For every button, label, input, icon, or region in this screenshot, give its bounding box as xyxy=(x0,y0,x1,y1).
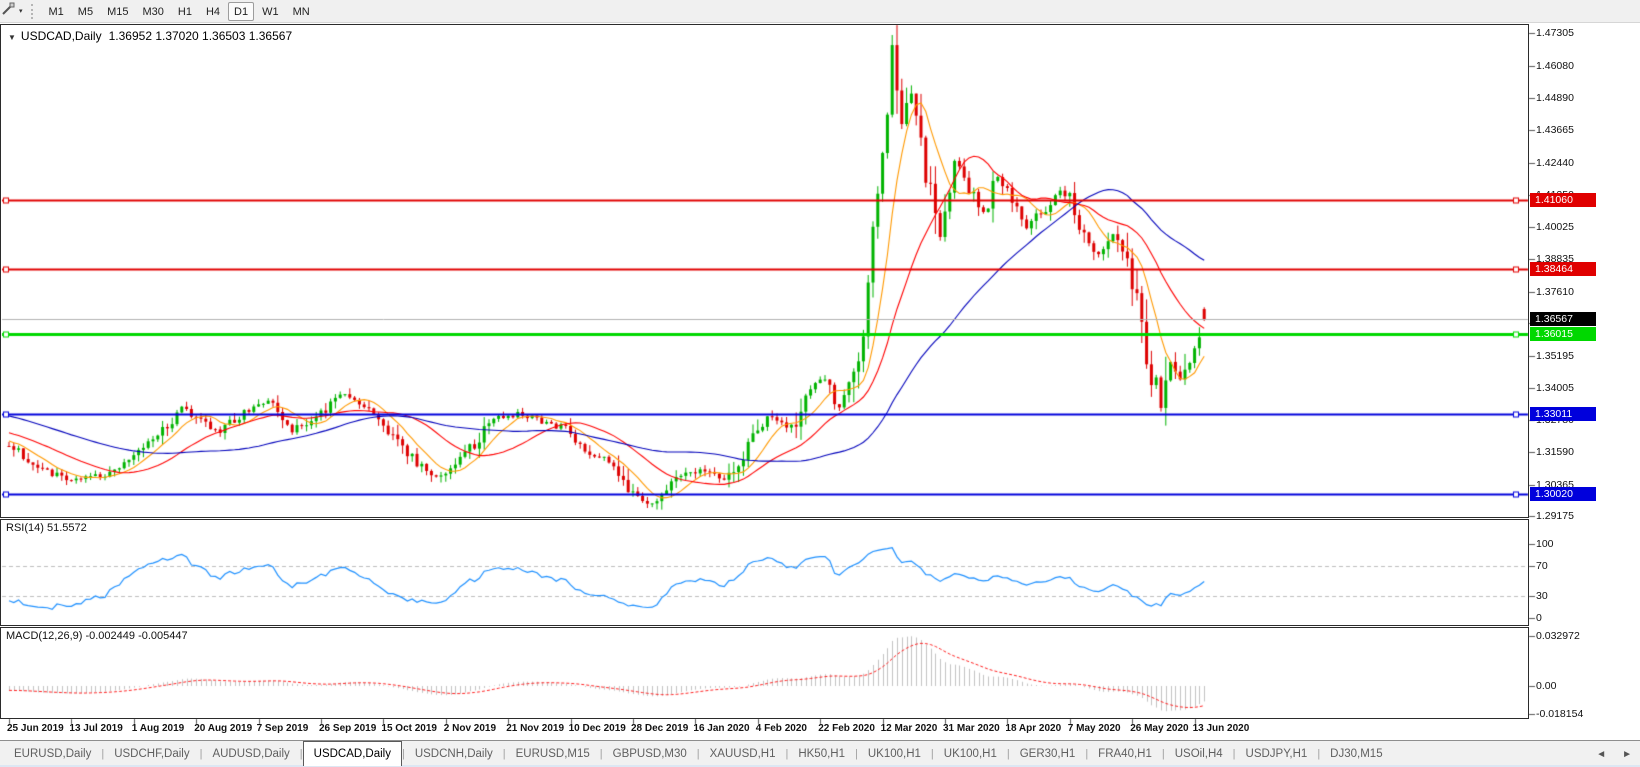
timeframe-button-w1[interactable]: W1 xyxy=(256,2,285,21)
hline-price-label[interactable]: 1.33011 xyxy=(1530,407,1596,421)
chart-tab-eurusd-m15[interactable]: EURUSD,M15 xyxy=(506,742,600,766)
current-price-label: 1.36567 xyxy=(1530,312,1596,326)
tabs-scroll-right-icon[interactable]: ► xyxy=(1622,749,1632,760)
timeframe-button-m15[interactable]: M15 xyxy=(101,2,134,21)
chart-tab-uk100-h1[interactable]: UK100,H1 xyxy=(858,742,931,766)
timeframe-button-m5[interactable]: M5 xyxy=(72,2,99,21)
toolbar-separator xyxy=(31,4,35,19)
timeframe-buttons: M1M5M15M30H1H4D1W1MN xyxy=(42,2,317,21)
chart-tab-dj30-m15[interactable]: DJ30,M15 xyxy=(1320,742,1392,766)
chart-tab-hk50-h1[interactable]: HK50,H1 xyxy=(788,742,855,766)
chart-tabbar: EURUSD,Daily|USDCHF,Daily|AUDUSD,Daily|U… xyxy=(0,740,1640,765)
dropdown-caret-icon: ▾ xyxy=(19,8,23,15)
timeframe-button-h1[interactable]: H1 xyxy=(172,2,198,21)
draw-tool-button[interactable]: ▾ xyxy=(0,0,28,22)
chart-tab-eurusd-daily[interactable]: EURUSD,Daily xyxy=(4,742,101,766)
timeframe-button-d1[interactable]: D1 xyxy=(228,2,254,21)
timeframe-button-m1[interactable]: M1 xyxy=(43,2,70,21)
chart-tab-xauusd-h1[interactable]: XAUUSD,H1 xyxy=(700,742,786,766)
macd-indicator-label: MACD(12,26,9) -0.002449 -0.005447 xyxy=(6,630,188,642)
timeframe-button-m30[interactable]: M30 xyxy=(136,2,169,21)
chart-tab-uk100-h1[interactable]: UK100,H1 xyxy=(934,742,1007,766)
hline-price-label[interactable]: 1.38464 xyxy=(1530,262,1596,276)
chart-title: ▼ USDCAD,Daily 1.36952 1.37020 1.36503 1.3… xyxy=(8,29,292,43)
timeframe-button-h4[interactable]: H4 xyxy=(200,2,226,21)
tabs-scroll-left-icon[interactable]: ◄ xyxy=(1596,749,1606,760)
symbol-period-label: USDCAD,Daily xyxy=(21,29,102,43)
timeframe-button-mn[interactable]: MN xyxy=(287,2,316,21)
chart-tab-usdcad-daily[interactable]: USDCAD,Daily xyxy=(303,741,402,766)
chart-tab-gbpusd-m30[interactable]: GBPUSD,M30 xyxy=(603,742,697,766)
mt4-chart-window: ▾ M1M5M15M30H1H4D1W1MN ▼ USDCAD,Daily 1.36… xyxy=(0,0,1640,767)
hline-price-label[interactable]: 1.30020 xyxy=(1530,487,1596,501)
chart-tab-fra40-h1[interactable]: FRA40,H1 xyxy=(1088,742,1162,766)
chart-tab-audusd-daily[interactable]: AUDUSD,Daily xyxy=(202,742,299,766)
chart-tabs: EURUSD,Daily|USDCHF,Daily|AUDUSD,Daily|U… xyxy=(0,741,1640,766)
chart-tab-usoil-h4[interactable]: USOil,H4 xyxy=(1165,742,1233,766)
ohlc-values: 1.36952 1.37020 1.36503 1.36567 xyxy=(109,29,293,43)
rsi-indicator-label: RSI(14) 51.5572 xyxy=(6,522,87,534)
chart-tab-usdcnh-daily[interactable]: USDCNH,Daily xyxy=(405,742,503,766)
chart-tab-ger30-h1[interactable]: GER30,H1 xyxy=(1010,742,1086,766)
hline-price-label[interactable]: 1.36015 xyxy=(1530,327,1596,341)
hline-price-label[interactable]: 1.41060 xyxy=(1530,193,1596,207)
pencil-tool-icon xyxy=(1,1,16,21)
collapse-arrow-icon[interactable]: ▼ xyxy=(8,33,16,42)
chart-tab-usdjpy-h1[interactable]: USDJPY,H1 xyxy=(1236,742,1318,766)
chart-tab-usdchf-daily[interactable]: USDCHF,Daily xyxy=(104,742,199,766)
timeframe-toolbar: ▾ M1M5M15M30H1H4D1W1MN xyxy=(0,0,1640,23)
price-chart-canvas[interactable] xyxy=(0,0,1640,767)
